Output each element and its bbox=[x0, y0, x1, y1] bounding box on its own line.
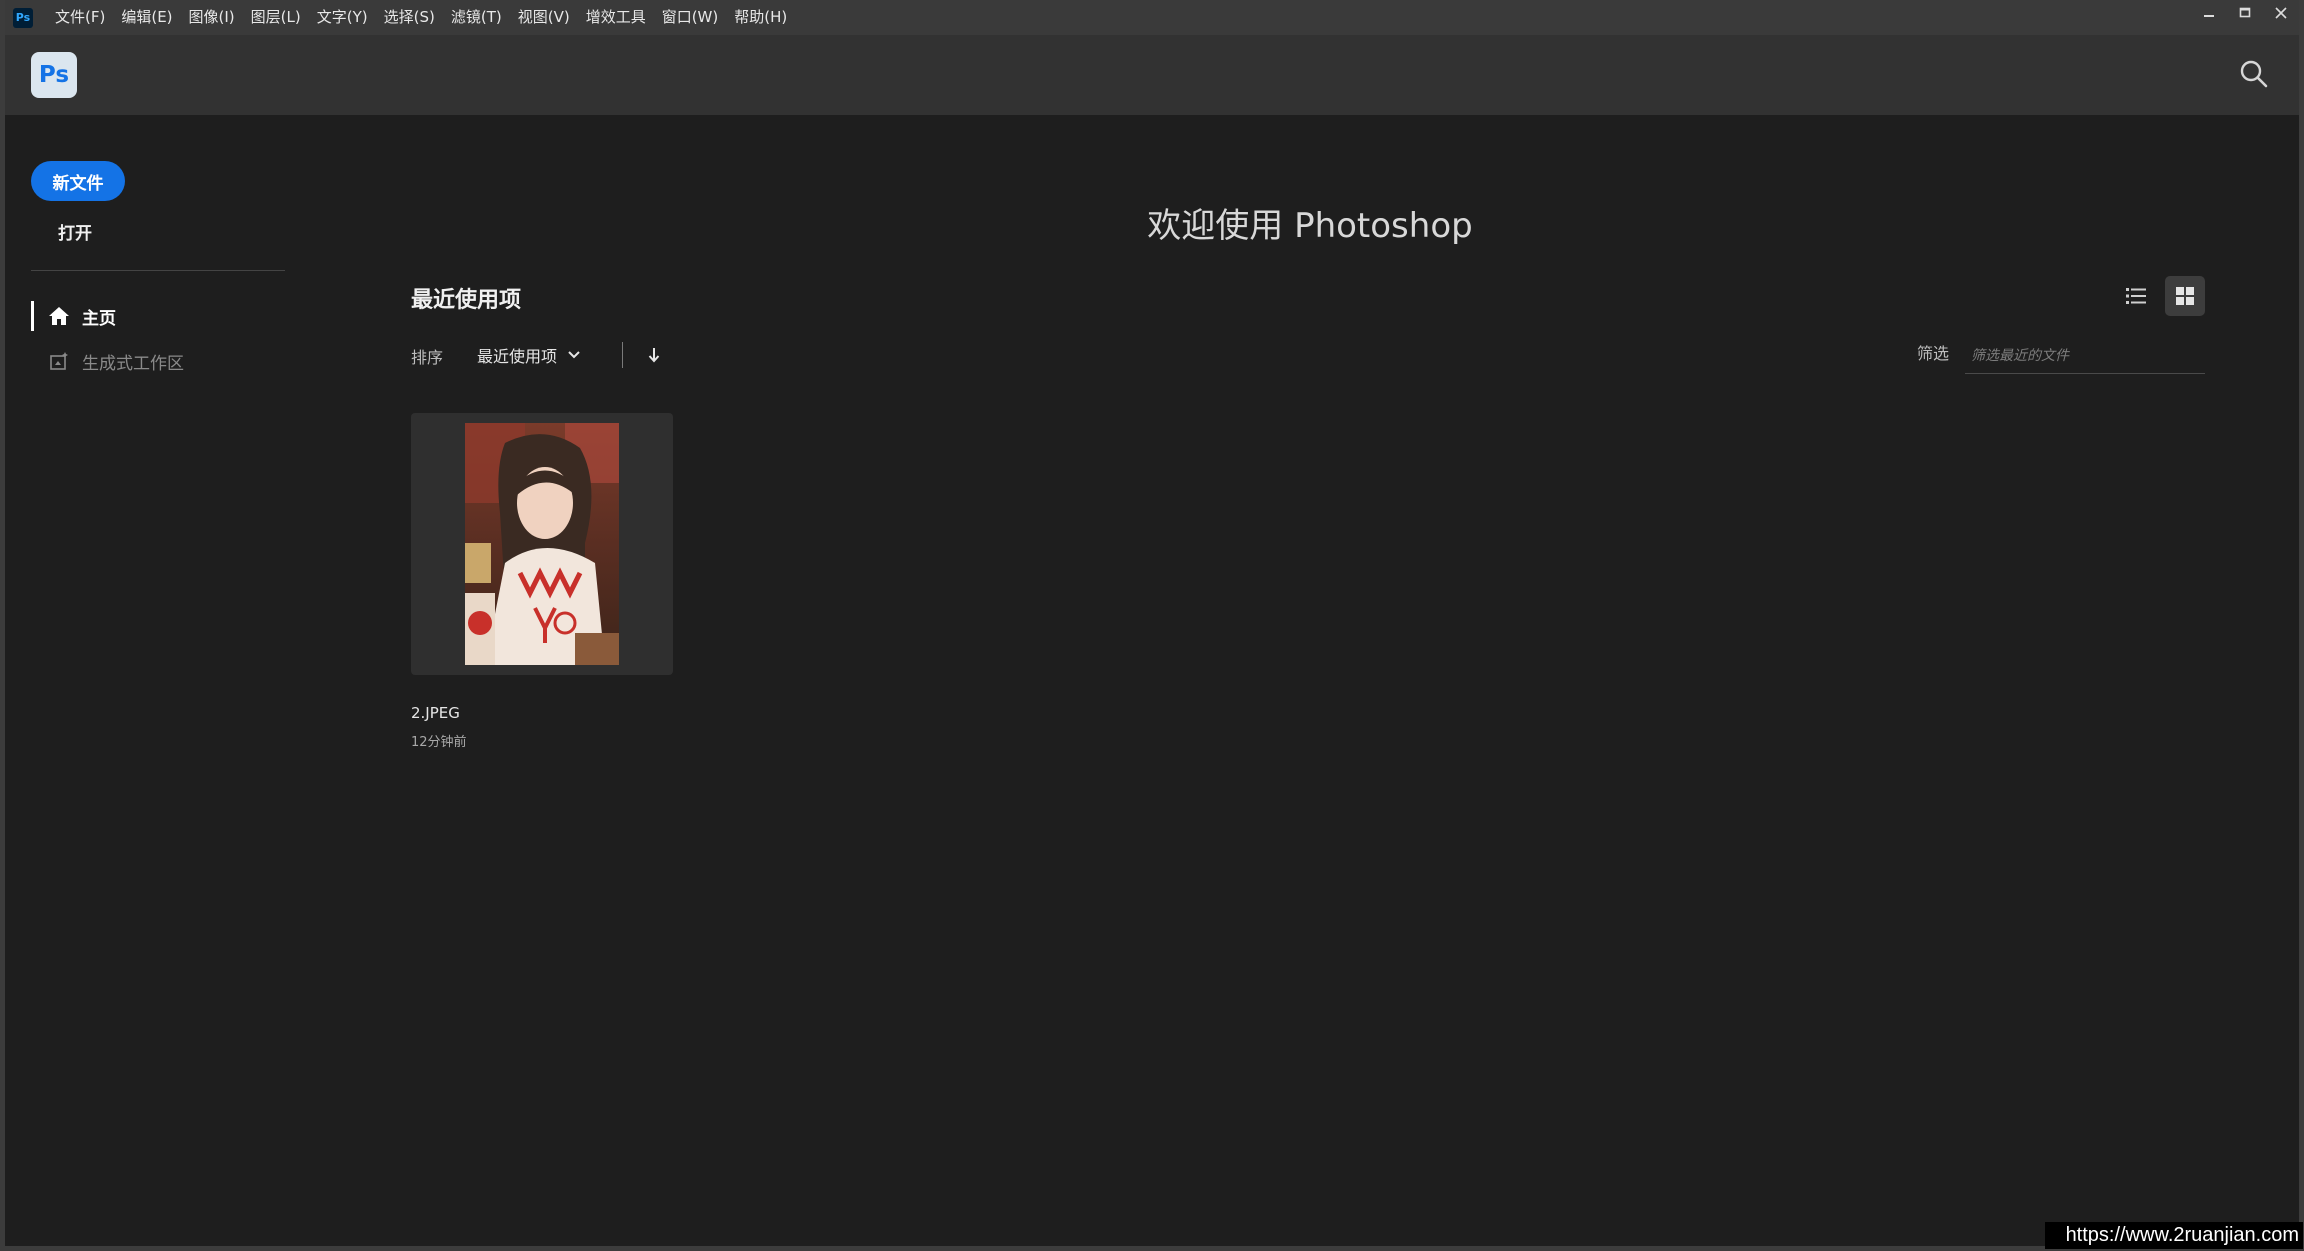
sidebar-item-generative-workspace[interactable]: 生成式工作区 bbox=[31, 346, 184, 376]
menu-filter[interactable]: 滤镜(T) bbox=[443, 0, 510, 35]
sort-direction-button[interactable] bbox=[645, 343, 663, 367]
sort-dropdown[interactable]: 最近使用项 bbox=[477, 342, 581, 368]
photoshop-app-icon[interactable]: Ps bbox=[13, 7, 33, 28]
maximize-icon bbox=[2239, 7, 2251, 18]
photoshop-home-window: Ps 文件(F) 编辑(E) 图像(I) 图层(L) 文字(Y) 选择(S) 滤… bbox=[0, 0, 2304, 1251]
minimize-icon bbox=[2204, 15, 2214, 17]
menu-view[interactable]: 视图(V) bbox=[510, 0, 578, 35]
sidebar-item-label: 生成式工作区 bbox=[82, 353, 184, 374]
grid-view-button[interactable] bbox=[2165, 276, 2205, 316]
sidebar-divider bbox=[31, 270, 285, 271]
generative-workspace-icon bbox=[50, 352, 68, 370]
list-view-icon bbox=[2126, 288, 2146, 304]
arrow-down-icon bbox=[648, 348, 660, 363]
menu-image[interactable]: 图像(I) bbox=[181, 0, 243, 35]
search-icon bbox=[2240, 60, 2268, 88]
photo-thumbnail bbox=[465, 423, 619, 665]
window-controls bbox=[2191, 0, 2299, 28]
sidebar-item-home[interactable]: 主页 bbox=[31, 301, 116, 331]
recent-file-name[interactable]: 2.JPEG bbox=[411, 704, 460, 722]
filter-input[interactable] bbox=[1965, 338, 2205, 374]
menu-select[interactable]: 选择(S) bbox=[376, 0, 443, 35]
sort-divider bbox=[622, 342, 623, 368]
new-file-button[interactable]: 新文件 bbox=[31, 161, 125, 201]
recent-file-card[interactable] bbox=[411, 413, 673, 675]
grid-view-icon bbox=[2176, 287, 2194, 305]
recent-section-title: 最近使用项 bbox=[411, 288, 522, 313]
maximize-button[interactable] bbox=[2227, 0, 2263, 26]
close-icon bbox=[2275, 7, 2287, 19]
menu-help[interactable]: 帮助(H) bbox=[726, 0, 795, 35]
menu-bar: Ps 文件(F) 编辑(E) 图像(I) 图层(L) 文字(Y) 选择(S) 滤… bbox=[5, 0, 2299, 35]
menu-type[interactable]: 文字(Y) bbox=[309, 0, 376, 35]
welcome-heading: 欢迎使用 Photoshop bbox=[1147, 206, 1473, 246]
menu-plugins[interactable]: 增效工具 bbox=[578, 0, 654, 35]
photoshop-logo[interactable]: Ps bbox=[31, 52, 77, 98]
recent-file-time: 12分钟前 bbox=[411, 735, 467, 750]
open-button[interactable]: 打开 bbox=[58, 219, 92, 244]
close-button[interactable] bbox=[2263, 0, 2299, 26]
list-view-button[interactable] bbox=[2116, 276, 2156, 316]
home-icon bbox=[49, 307, 69, 325]
sort-label: 排序 bbox=[411, 348, 444, 367]
watermark-text: https://www.2ruanjian.com bbox=[2045, 1222, 2303, 1249]
photoshop-logo-text: Ps bbox=[38, 62, 70, 88]
menu-layer[interactable]: 图层(L) bbox=[243, 0, 309, 35]
menu-edit[interactable]: 编辑(E) bbox=[113, 0, 180, 35]
chevron-down-icon bbox=[568, 351, 580, 359]
filter-label: 筛选 bbox=[1917, 344, 1950, 363]
sidebar-item-label: 主页 bbox=[82, 308, 116, 329]
menu-file[interactable]: 文件(F) bbox=[47, 0, 113, 35]
menu-window[interactable]: 窗口(W) bbox=[654, 0, 727, 35]
minimize-button[interactable] bbox=[2191, 0, 2227, 26]
thumbnail-image bbox=[465, 423, 619, 665]
app-header: Ps bbox=[5, 35, 2299, 115]
sort-selected-value: 最近使用项 bbox=[477, 347, 558, 366]
search-button[interactable] bbox=[2237, 57, 2271, 91]
